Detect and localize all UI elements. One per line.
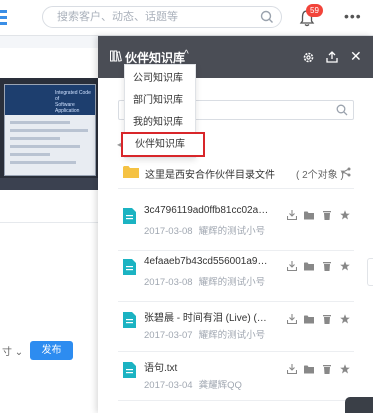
top-header: 59 ••• xyxy=(0,0,373,36)
file-meta: 2017-03-07 耀辉的测试小号 xyxy=(144,327,265,341)
move-folder-icon[interactable] xyxy=(304,261,314,271)
menu-item-department-kb[interactable]: 部门知识库 xyxy=(125,90,195,112)
download-icon[interactable] xyxy=(287,314,297,324)
logo-fragment xyxy=(0,0,8,36)
trash-icon[interactable] xyxy=(322,364,332,374)
visibility-dropdown[interactable]: 寸 ⌄ xyxy=(2,343,23,358)
file-row[interactable]: 语句.txt 2017-03-04 龚耀辉QQ xyxy=(98,355,373,401)
star-icon[interactable] xyxy=(340,210,350,220)
knowledge-base-menu: 公司知识库 部门知识库 我的知识库 伙伴知识库 xyxy=(121,64,205,158)
divider xyxy=(118,301,354,302)
file-row[interactable]: 4efaaeb7b43cd556001a9a61e... 2017-03-08 耀… xyxy=(98,252,373,298)
folder-object-count: ( 2个对象 ) xyxy=(296,170,344,181)
publish-button[interactable]: 发布 xyxy=(30,341,73,360)
folder-name: 这里是西安合作伙伴目录文件 xyxy=(145,170,275,181)
star-icon[interactable] xyxy=(340,314,350,324)
file-date: 2017-03-08 xyxy=(144,277,193,288)
gear-icon[interactable] xyxy=(302,51,315,64)
file-row[interactable]: 3c4796119ad0ffb81cc02aa3a2... 2017-03-08… xyxy=(98,201,373,247)
file-author: 耀辉的测试小号 xyxy=(198,330,266,341)
menu-item-company-kb[interactable]: 公司知识库 xyxy=(125,68,195,90)
feed-strip xyxy=(0,36,98,48)
star-icon[interactable] xyxy=(340,364,350,374)
download-icon[interactable] xyxy=(287,364,297,374)
floating-widget[interactable] xyxy=(345,397,373,413)
divider xyxy=(0,222,98,223)
file-name[interactable]: 3c4796119ad0ffb81cc02aa3a2... xyxy=(144,205,272,216)
document-icon xyxy=(123,259,136,275)
file-name[interactable]: 语句.txt xyxy=(144,359,272,374)
search-icon[interactable] xyxy=(336,104,348,116)
close-icon[interactable]: ✕ xyxy=(350,49,362,63)
folder-icon xyxy=(123,166,139,178)
divider xyxy=(118,250,354,251)
file-meta: 2017-03-08 耀辉的测试小号 xyxy=(144,223,265,237)
file-author: 龚耀辉QQ xyxy=(198,380,242,391)
divider xyxy=(118,188,354,189)
file-date: 2017-03-04 xyxy=(144,380,193,391)
global-search[interactable] xyxy=(42,6,282,28)
file-date: 2017-03-07 xyxy=(144,330,193,341)
document-icon xyxy=(123,208,136,224)
file-meta: 2017-03-08 耀辉的测试小号 xyxy=(144,274,265,288)
trash-icon[interactable] xyxy=(322,261,332,271)
menu-item-my-kb[interactable]: 我的知识库 xyxy=(125,112,195,134)
share-icon[interactable] xyxy=(341,167,351,177)
document-icon xyxy=(123,362,136,378)
move-folder-icon[interactable] xyxy=(304,210,314,220)
download-icon[interactable] xyxy=(287,261,297,271)
library-icon xyxy=(110,50,122,62)
move-folder-icon[interactable] xyxy=(304,364,314,374)
global-search-input[interactable] xyxy=(57,9,247,25)
screenshot-thumbnail[interactable]: Integrated Code of Software Application xyxy=(0,78,98,190)
file-name[interactable]: 4efaaeb7b43cd556001a9a61e... xyxy=(144,256,272,267)
file-row[interactable]: 张碧晨 - 时间有泪 (Live) (原唱：... 2017-03-07 耀辉的测… xyxy=(98,305,373,351)
file-name[interactable]: 张碧晨 - 时间有泪 (Live) (原唱：... xyxy=(144,309,272,324)
upload-icon[interactable] xyxy=(326,51,338,63)
more-menu-icon[interactable]: ••• xyxy=(344,9,362,23)
chevron-up-icon[interactable]: ^ xyxy=(184,49,189,60)
file-meta: 2017-03-04 龚耀辉QQ xyxy=(144,377,242,391)
star-icon[interactable] xyxy=(340,261,350,271)
trash-icon[interactable] xyxy=(322,210,332,220)
divider xyxy=(118,400,354,401)
notification-count-badge: 59 xyxy=(306,4,323,17)
file-author: 耀辉的测试小号 xyxy=(198,226,266,237)
divider xyxy=(118,351,354,352)
menu-item-partner-kb[interactable]: 伙伴知识库 xyxy=(121,132,205,157)
side-handle[interactable] xyxy=(367,258,373,286)
folder-row[interactable]: 这里是西安合作伙伴目录文件 ( 2个对象 ) xyxy=(98,162,373,184)
download-icon[interactable] xyxy=(287,210,297,220)
file-date: 2017-03-08 xyxy=(144,226,193,237)
document-icon xyxy=(123,312,136,328)
trash-icon[interactable] xyxy=(322,314,332,324)
move-folder-icon[interactable] xyxy=(304,314,314,324)
file-author: 耀辉的测试小号 xyxy=(198,277,266,288)
search-icon[interactable] xyxy=(260,10,274,24)
